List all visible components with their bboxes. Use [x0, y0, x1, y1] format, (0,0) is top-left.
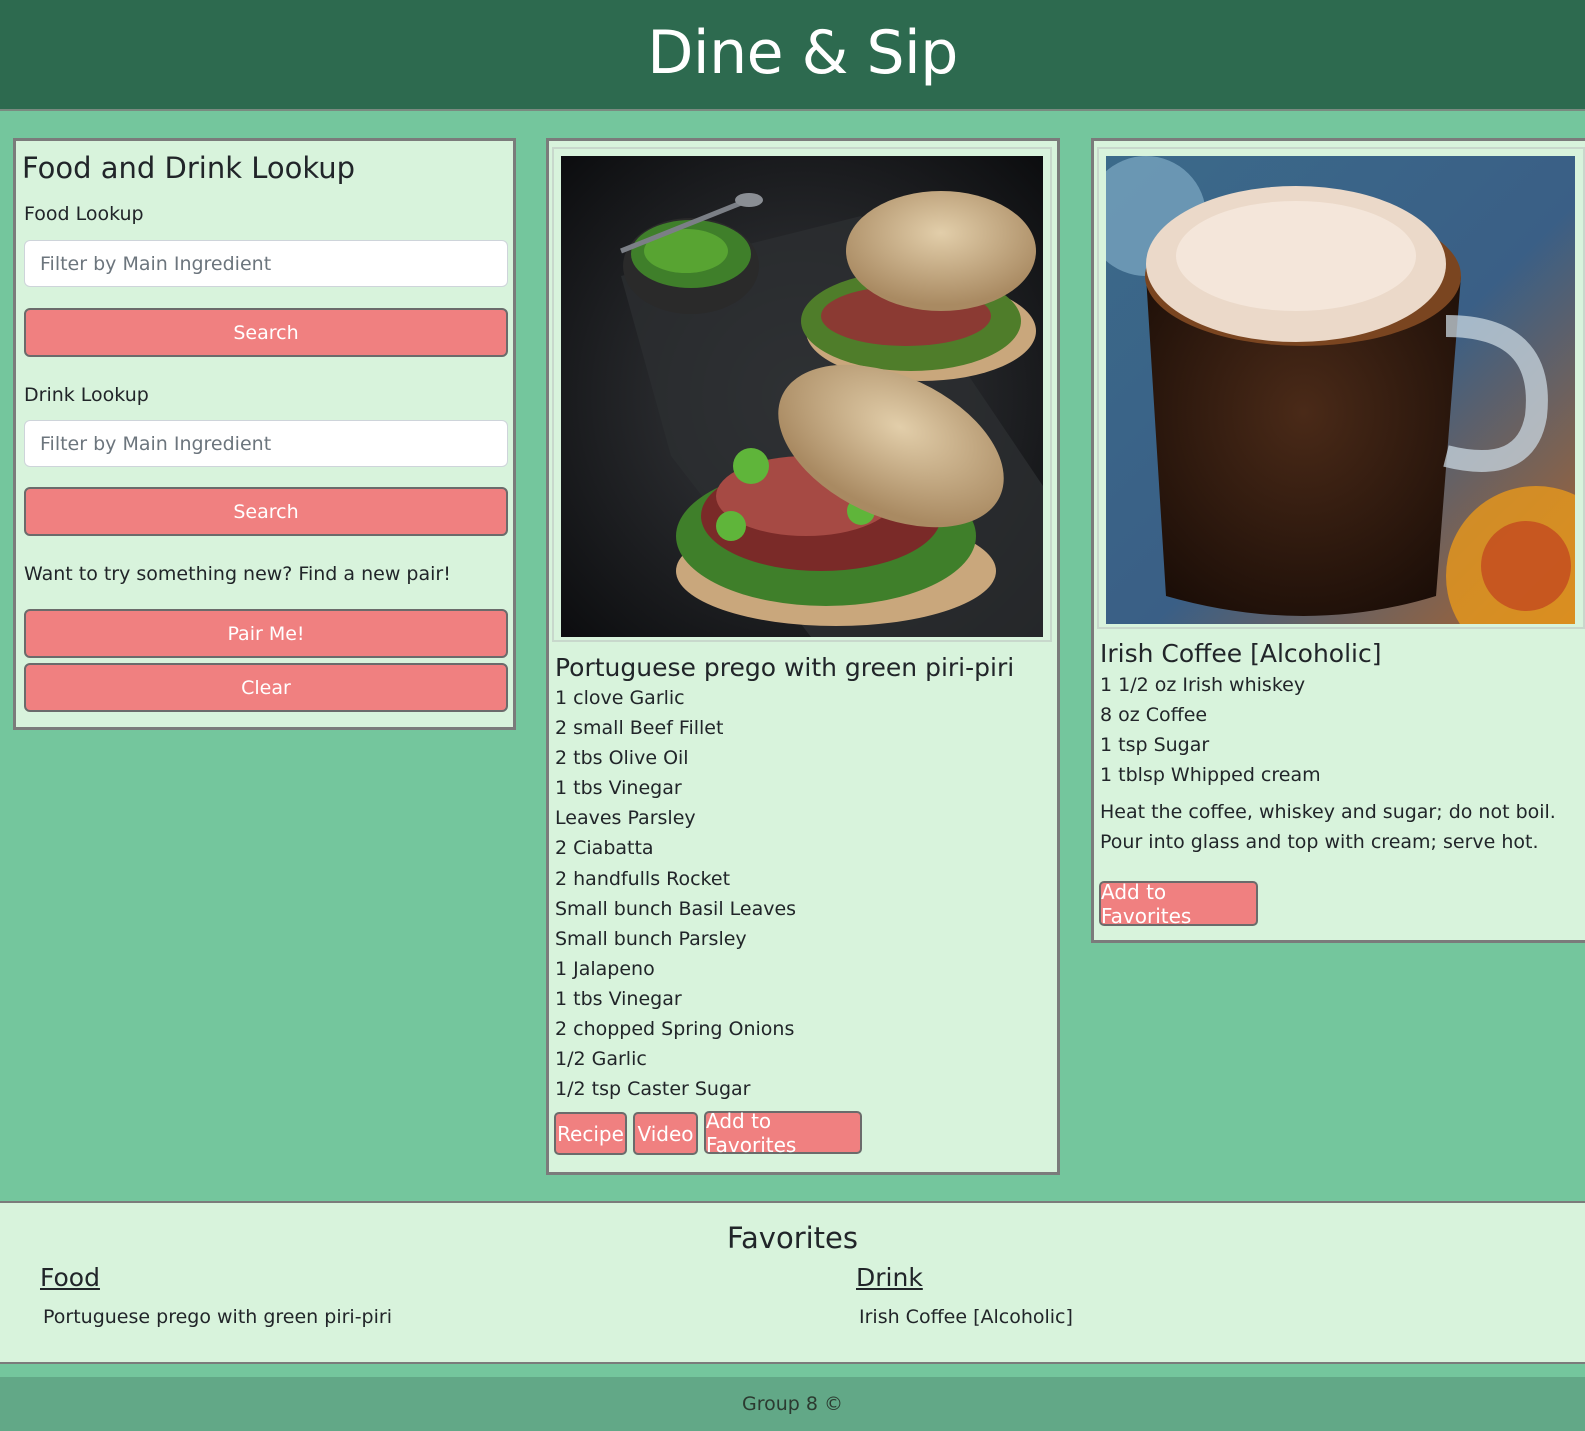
site-footer: Group 8 © — [0, 1377, 1585, 1431]
food-ingredient-list: 1 clove Garlic 2 small Beef Fillet 2 tbs O… — [555, 683, 796, 1104]
clear-button[interactable]: Clear — [24, 663, 508, 712]
ingredient-item: 1/2 Garlic — [555, 1048, 647, 1071]
video-button[interactable]: Video — [633, 1112, 698, 1155]
food-card: Portuguese prego with green piri-piri 1 … — [546, 138, 1060, 1175]
food-add-favorite-button[interactable]: Add to Favorites — [704, 1109, 862, 1157]
food-lookup-label: Food Lookup — [24, 203, 144, 225]
drink-search-input[interactable]: Filter by Main Ingredient — [24, 420, 508, 467]
ingredient-item: 1 tsp Sugar — [1100, 734, 1210, 757]
drink-ingredient-list: 1 1/2 oz Irish whiskey 8 oz Coffee 1 tsp S… — [1100, 670, 1321, 790]
ingredient-item: 2 tbs Olive Oil — [555, 747, 689, 770]
ingredient-item: 2 Ciabatta — [555, 837, 654, 860]
site-header: Dine & Sip — [0, 0, 1585, 111]
drink-instructions: Heat the coffee, whiskey and sugar; do n… — [1100, 801, 1556, 853]
recipe-button[interactable]: Recipe — [554, 1112, 627, 1155]
ingredient-item: 1 tbs Vinegar — [555, 987, 682, 1010]
ingredient-item: 2 handfulls Rocket — [555, 867, 731, 890]
favorite-food-item[interactable]: Portuguese prego with green piri-piri — [43, 1306, 392, 1328]
drink-title: Irish Coffee [Alcoholic] — [1100, 639, 1382, 668]
drink-search-button[interactable]: Search — [24, 487, 508, 536]
drink-image-frame — [1097, 147, 1585, 629]
food-search-button[interactable]: Search — [24, 308, 508, 357]
lookup-panel: Food and Drink Lookup Food Lookup Filter… — [13, 138, 516, 730]
food-title: Portuguese prego with green piri-piri — [555, 653, 1015, 682]
lookup-title: Food and Drink Lookup — [22, 151, 356, 185]
food-search-input[interactable]: Filter by Main Ingredient — [24, 240, 508, 287]
drink-image — [1106, 156, 1575, 624]
ingredient-item: 1 clove Garlic — [555, 687, 685, 709]
favorites-drink-heading: Drink — [856, 1263, 923, 1292]
favorites-section: Favorites Food Drink Portuguese prego wi… — [0, 1201, 1585, 1364]
food-image — [561, 156, 1043, 637]
favorites-title: Favorites — [727, 1221, 858, 1255]
favorites-food-heading: Food — [40, 1263, 100, 1292]
drink-add-favorite-button[interactable]: Add to Favorites — [1099, 880, 1258, 928]
site-title: Dine & Sip — [647, 17, 958, 88]
food-image-frame — [552, 147, 1052, 642]
ingredient-item: 1 tblsp Whipped cream — [1100, 764, 1321, 787]
ingredient-item: 1/2 tsp Caster Sugar — [555, 1078, 751, 1101]
ingredient-item: Leaves Parsley — [555, 807, 696, 830]
ingredient-item: 1 Jalapeno — [555, 957, 655, 980]
ingredient-item: Small bunch Parsley — [555, 927, 747, 950]
drink-lookup-label: Drink Lookup — [24, 384, 149, 406]
ingredient-item: 1 1/2 oz Irish whiskey — [1100, 674, 1306, 696]
footer-text: Group 8 © — [741, 1393, 843, 1415]
pair-prompt: Want to try something new? Find a new pa… — [24, 563, 451, 585]
ingredient-item: 1 tbs Vinegar — [555, 777, 682, 800]
ingredient-item: 2 chopped Spring Onions — [555, 1018, 795, 1041]
favorite-drink-item[interactable]: Irish Coffee [Alcoholic] — [859, 1306, 1073, 1328]
pair-me-button[interactable]: Pair Me! — [24, 609, 508, 658]
ingredient-item: Small bunch Basil Leaves — [555, 897, 797, 920]
drink-card: Irish Coffee [Alcoholic] 1 1/2 oz Irish … — [1091, 138, 1585, 943]
ingredient-item: 8 oz Coffee — [1100, 704, 1208, 727]
ingredient-item: 2 small Beef Fillet — [555, 717, 724, 740]
